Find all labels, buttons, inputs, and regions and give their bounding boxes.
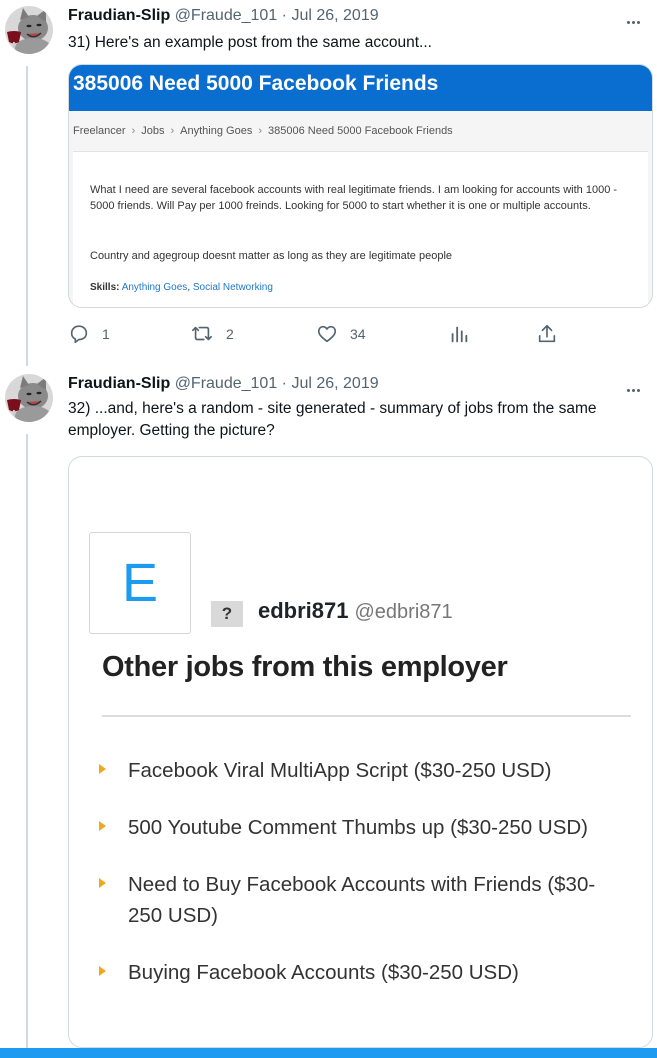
list-item: Buying Facebook Accounts ($30-250 USD) <box>99 957 638 988</box>
analytics-icon <box>451 326 468 343</box>
avatar[interactable] <box>5 374 53 422</box>
cat-avatar-icon <box>5 6 53 54</box>
tweet-meta[interactable]: @Fraude_101 · Jul 26, 2019 <box>175 375 379 392</box>
more-icon[interactable] <box>627 11 649 25</box>
bullet-arrow-icon <box>99 878 106 888</box>
bullet-arrow-icon <box>99 966 106 976</box>
avatar[interactable] <box>5 6 53 54</box>
card-title: 385006 Need 5000 Facebook Friends <box>69 65 652 111</box>
list-item: Facebook Viral MultiApp Script ($30-250 … <box>99 755 638 786</box>
job-title: Buying Facebook Accounts ($30-250 USD) <box>128 961 519 984</box>
list-item: Need to Buy Facebook Accounts with Frien… <box>99 869 638 931</box>
retweet-button[interactable]: 2 <box>190 320 234 348</box>
list-item: 500 Youtube Comment Thumbs up ($30-250 U… <box>99 812 638 843</box>
tweet-text: 31) Here's an example post from the same… <box>68 34 432 51</box>
other-jobs-heading: Other jobs from this employer <box>102 651 508 683</box>
tweet-actions: 1 2 34 <box>68 320 628 348</box>
like-button[interactable]: 34 <box>316 320 366 348</box>
breadcrumb-separator: › <box>258 125 262 137</box>
breadcrumb: Freelancer › Jobs › Anything Goes › 385006 Nee… <box>69 111 652 151</box>
skill-link[interactable]: Anything Goes <box>122 282 188 293</box>
employer-name-row: edbri871 @edbri871 <box>258 598 453 624</box>
thread-line <box>26 434 28 1048</box>
employer-name: edbri871 <box>258 598 349 623</box>
breadcrumb-item: Anything Goes <box>180 125 253 137</box>
analytics-button[interactable] <box>448 320 470 348</box>
like-count: 34 <box>350 326 366 342</box>
retweet-count: 2 <box>226 326 234 342</box>
breadcrumb-item: Freelancer <box>73 125 126 137</box>
job-title: Facebook Viral MultiApp Script ($30-250 … <box>128 759 552 782</box>
thread-line <box>26 66 28 366</box>
skills-row: Skills: Anything Goes, Social Networking <box>90 282 273 293</box>
tweet-header: Fraudian-Slip @Fraude_101 · Jul 26, 2019 <box>68 6 379 26</box>
job-description: What I need are several facebook account… <box>90 184 618 212</box>
more-icon[interactable] <box>627 379 649 393</box>
tweet-text: 32) ...and, here's a random - site gener… <box>68 400 597 439</box>
breadcrumb-separator: › <box>131 125 136 137</box>
job-title: Need to Buy Facebook Accounts with Frien… <box>128 873 596 927</box>
share-icon <box>538 324 556 343</box>
reply-count: 1 <box>102 326 110 342</box>
job-description-panel: What I need are several facebook account… <box>73 151 648 307</box>
breadcrumb-item: Jobs <box>141 125 165 137</box>
job-post-card[interactable]: 385006 Need 5000 Facebook Friends Freela… <box>68 64 653 308</box>
bullet-arrow-icon <box>99 764 106 774</box>
share-button[interactable] <box>536 320 558 348</box>
job-title: 500 Youtube Comment Thumbs up ($30-250 U… <box>128 816 589 839</box>
tweet-header: Fraudian-Slip @Fraude_101 · Jul 26, 2019 <box>68 374 379 394</box>
employer-logo: E <box>89 532 191 634</box>
cat-avatar-icon <box>5 374 53 422</box>
tweet-meta[interactable]: @Fraude_101 · Jul 26, 2019 <box>175 7 379 24</box>
reply-icon <box>70 325 88 344</box>
heart-icon <box>317 325 337 343</box>
employer-jobs-card[interactable]: E ? edbri871 @edbri871 Other jobs from th… <box>68 456 653 1048</box>
employer-logo-letter: E <box>121 553 159 613</box>
bullet-arrow-icon <box>99 821 106 831</box>
job-description-note: Country and agegroup doesnt matter as lo… <box>90 250 453 262</box>
skills-label: Skills: <box>90 282 120 293</box>
unknown-country-badge: ? <box>211 601 243 627</box>
bottom-bar <box>0 1048 657 1058</box>
breadcrumb-separator: › <box>170 125 175 137</box>
skill-link[interactable]: Social Networking <box>193 282 273 293</box>
breadcrumb-item: 385006 Need 5000 Facebook Friends <box>268 125 453 137</box>
author-name[interactable]: Fraudian-Slip <box>68 7 170 24</box>
author-name[interactable]: Fraudian-Slip <box>68 375 170 392</box>
retweet-icon <box>192 326 212 341</box>
employer-handle: @edbri871 <box>354 601 453 623</box>
reply-button[interactable]: 1 <box>68 320 110 348</box>
divider <box>102 715 631 717</box>
